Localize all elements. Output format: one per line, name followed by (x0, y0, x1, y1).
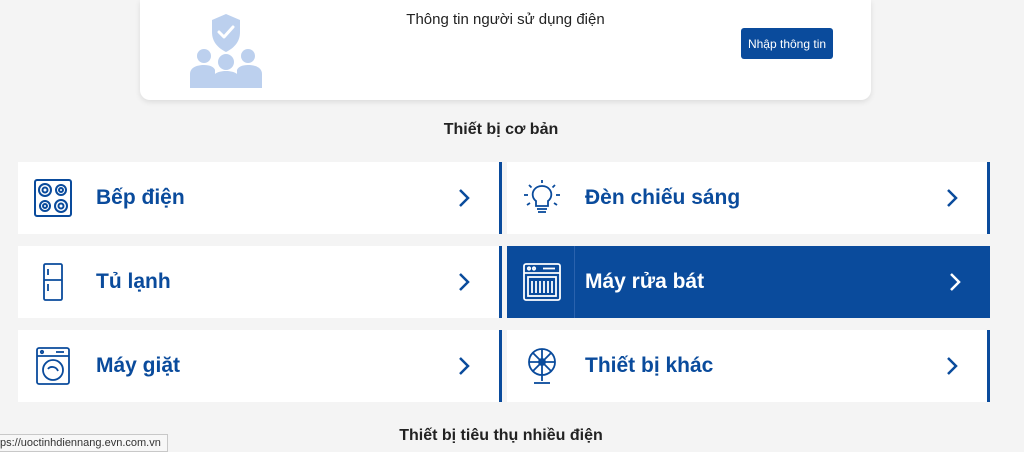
status-bar-url: ps://uoctinhdiennang.evn.com.vn (0, 434, 168, 452)
device-label-fridge: Tủ lạnh (96, 270, 171, 293)
chevron-right-icon (947, 189, 958, 207)
device-label-lighting: Đèn chiếu sáng (585, 186, 741, 209)
user-info-card: Thông tin người sử dụng điện Nhập thông … (140, 0, 871, 100)
fan-icon (528, 348, 556, 384)
washing-machine-icon (36, 347, 70, 385)
tile-divider (574, 246, 575, 318)
enter-info-button[interactable]: Nhập thông tin (741, 28, 833, 59)
chevron-right-icon (947, 357, 958, 375)
section-title-basic: Thiết bị cơ bản (443, 121, 559, 138)
device-label-stove: Bếp điện (96, 186, 185, 209)
device-tile-washing-machine[interactable]: Máy giặt (18, 330, 502, 402)
dishwasher-icon (523, 263, 561, 301)
device-tile-dishwasher[interactable]: Máy rửa bát (507, 246, 990, 318)
chevron-right-icon (950, 273, 961, 291)
lightbulb-icon (524, 180, 560, 213)
user-info-title: Thông tin người sử dụng điện (406, 11, 605, 28)
device-label-dishwasher: Máy rửa bát (585, 270, 705, 293)
chevron-right-icon (459, 273, 470, 291)
stove-icon (34, 179, 72, 217)
device-tile-fridge[interactable]: Tủ lạnh (18, 246, 502, 318)
device-label-other: Thiết bị khác (585, 354, 714, 377)
chevron-right-icon (459, 357, 470, 375)
device-tile-stove[interactable]: Bếp điện (18, 162, 502, 234)
chevron-right-icon (459, 189, 470, 207)
device-tile-lighting[interactable]: Đèn chiếu sáng (507, 162, 990, 234)
fridge-icon (43, 263, 63, 301)
device-tile-other[interactable]: Thiết bị khác (507, 330, 990, 402)
device-label-washing-machine: Máy giặt (96, 354, 181, 377)
